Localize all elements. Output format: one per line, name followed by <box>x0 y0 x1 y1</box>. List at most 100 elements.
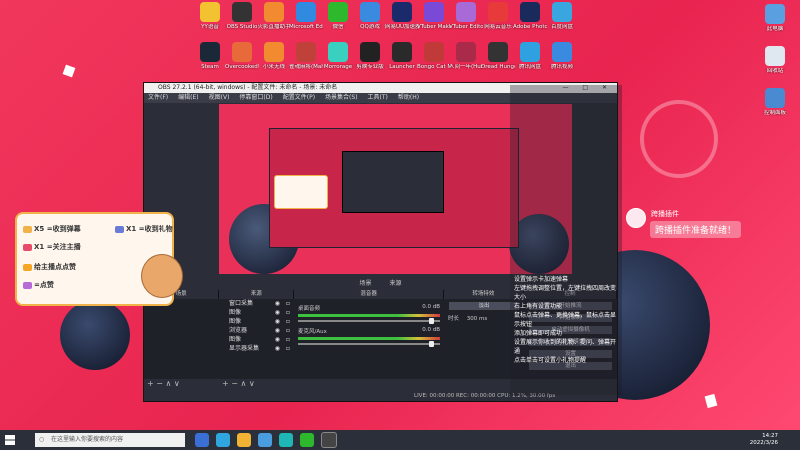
edge-icon[interactable] <box>216 433 230 447</box>
source-item[interactable]: 浏览器 ◉ ▫ <box>219 326 294 335</box>
app-icon <box>296 2 316 22</box>
app-icon <box>488 2 508 22</box>
desktop-icon[interactable]: 回收站 <box>758 46 792 74</box>
desktop-icon[interactable]: 剪映专业版 <box>353 42 387 70</box>
source-item[interactable]: 图像 ◉ ▫ <box>219 308 294 317</box>
desktop-icon[interactable]: 雀魂麻将(Mahjong… <box>289 42 323 70</box>
eye-icon[interactable]: ◉ <box>275 317 280 326</box>
hint-text: =点赞 <box>34 281 54 289</box>
desktop-icon[interactable]: Launcher <box>385 42 419 70</box>
desktop-icon-label: Dread Hunger <box>481 64 515 70</box>
source-label: 显示器采集 <box>229 345 260 352</box>
slider-handle[interactable] <box>428 341 434 347</box>
menu-item[interactable]: 停靠窗口(D) <box>239 93 272 103</box>
toolbar-source-label[interactable]: 来源 <box>390 278 402 287</box>
app-icon <box>200 42 220 62</box>
desktop-icon[interactable]: 网易云音乐 <box>481 2 515 30</box>
desktop-icon[interactable]: 微信 <box>321 2 355 30</box>
desktop-icon[interactable]: Microsoft Edge <box>289 2 323 30</box>
desktop-icon[interactable]: 控制面板 <box>758 88 792 116</box>
eye-icon[interactable]: ◉ <box>275 344 280 353</box>
menu-item[interactable]: 视图(V) <box>209 93 230 103</box>
desktop-icon[interactable]: Dread Hunger <box>481 42 515 70</box>
desktop-icon[interactable]: Morrorage <box>321 42 355 70</box>
desktop-icon[interactable]: 腾讯网盘 <box>513 42 547 70</box>
desktop-icon[interactable]: OBS Studio <box>225 2 259 30</box>
menu-item[interactable]: 配置文件(P) <box>283 93 315 103</box>
desktop-icon-label: VTuber Editor <box>449 24 483 30</box>
volume-slider[interactable] <box>298 318 440 324</box>
eye-icon[interactable]: ◉ <box>275 335 280 344</box>
app-icon <box>488 42 508 62</box>
sources-dock-footer[interactable]: + − ∧ ∨ <box>219 379 255 389</box>
duration-value[interactable]: 300 ms <box>467 316 487 322</box>
folder-icon[interactable] <box>237 433 251 447</box>
scenes-dock-footer[interactable]: + − ∧ ∨ <box>144 379 180 389</box>
menu-item[interactable]: 文件(F) <box>148 93 168 103</box>
lock-icon[interactable]: ▫ <box>286 326 290 335</box>
panel-text: 点击单击可设置小礼物提醒 <box>514 357 587 364</box>
slider-handle[interactable] <box>428 318 434 324</box>
search-placeholder: 在这里输入你要搜索的内容 <box>51 436 124 443</box>
lock-icon[interactable]: ▫ <box>286 317 290 326</box>
eye-icon[interactable]: ◉ <box>275 326 280 335</box>
menu-item[interactable]: 工具(T) <box>368 93 388 103</box>
desktop-icon[interactable]: YY语音 <box>193 2 227 30</box>
mixer-channel: 桌面音频 0.0 dB <box>298 304 440 324</box>
clock-time: 14:27 <box>762 433 778 439</box>
desktop-icon[interactable]: Bongo Cat Mver - Sh… <box>417 42 451 70</box>
volume-slider[interactable] <box>298 341 440 347</box>
desktop-icon[interactable]: 小米无线 <box>257 42 291 70</box>
eye-icon[interactable]: ◉ <box>275 299 280 308</box>
scenes-dock[interactable] <box>144 299 220 379</box>
sources-dock[interactable]: 窗口采集 ◉ ▫ 图像 ◉ ▫ 图像 ◉ ▫ 浏览器 ◉ ▫ 图像 ◉ ▫ 显示器采集 ◉ ▫ <box>219 299 295 379</box>
taskview-icon[interactable] <box>195 433 209 447</box>
desktop-icon[interactable]: QQ游戏 <box>353 2 387 30</box>
desktop-icon[interactable]: VTuber Editor <box>449 2 483 30</box>
source-item[interactable]: 显示器采集 ◉ ▫ <box>219 344 294 353</box>
app-icon <box>520 42 540 62</box>
desktop-icon[interactable]: 人间一年(Human Fa… <box>449 42 483 70</box>
lock-icon[interactable]: ▫ <box>286 344 290 353</box>
toolbar-scene-label[interactable]: 场景 <box>359 278 371 287</box>
app-icon <box>232 42 252 62</box>
desktop-icon-label: 火影直播助手 <box>257 24 291 30</box>
desktop-icon[interactable]: 火影直播助手 <box>257 2 291 30</box>
desktop-icon[interactable]: Adobe Photoshop <box>513 2 547 30</box>
menu-item[interactable]: 帮助(H) <box>398 93 419 103</box>
app-icon[interactable] <box>279 433 293 447</box>
desktop-icon[interactable]: Overcooked! <box>225 42 259 70</box>
desktop-icon[interactable]: 百度网盘 <box>545 2 579 30</box>
obs-icon[interactable] <box>321 432 337 448</box>
desktop-icon[interactable]: 腾讯视频 <box>545 42 579 70</box>
source-item[interactable]: 窗口采集 ◉ ▫ <box>219 299 294 308</box>
hint-text: X1 =关注主播 <box>34 243 81 251</box>
eye-icon[interactable]: ◉ <box>275 308 280 317</box>
desktop-icon-label: YY语音 <box>201 24 219 30</box>
decor-square <box>704 393 718 409</box>
clock[interactable]: 14:27 2022/3/26 <box>750 433 778 447</box>
plugin-panel[interactable]: 设置弹示卡加速弹幕 左键拖拽调整位置，左键拉拽四周改变大小 右上角有设置功能 鼠标点击… <box>510 85 622 395</box>
lock-icon[interactable]: ▫ <box>286 335 290 344</box>
source-item[interactable]: 图像 ◉ ▫ <box>219 335 294 344</box>
lock-icon[interactable]: ▫ <box>286 299 290 308</box>
desktop-icon[interactable]: 网易UU加速器 <box>385 2 419 30</box>
desktop-icon-label: 小米无线 <box>262 64 285 70</box>
desktop-icon[interactable]: 此电脑 <box>758 4 792 32</box>
app-icon <box>392 2 412 22</box>
lock-icon[interactable]: ▫ <box>286 308 290 317</box>
taskbar-search[interactable]: ○ 在这里输入你要搜索的内容 <box>35 433 185 447</box>
mixer-dock[interactable]: 桌面音频 0.0 dB 麦克风/Aux 0.0 dB <box>294 299 445 379</box>
app-icon <box>200 2 220 22</box>
desktop-icon[interactable]: VTuber Maker <box>417 2 451 30</box>
hint-text: X1 =收到礼物 <box>126 225 173 233</box>
wechat-icon[interactable] <box>300 433 314 447</box>
panel-text: 添加弹幕即可成功 <box>514 330 563 337</box>
menu-item[interactable]: 场景集合(S) <box>325 93 358 103</box>
start-icon[interactable] <box>5 435 15 445</box>
desktop-icon[interactable]: Steam <box>193 42 227 70</box>
store-icon[interactable] <box>258 433 272 447</box>
source-item[interactable]: 图像 ◉ ▫ <box>219 317 294 326</box>
menu-item[interactable]: 编辑(E) <box>178 93 198 103</box>
notice-name: 跨播插件 <box>651 210 679 218</box>
